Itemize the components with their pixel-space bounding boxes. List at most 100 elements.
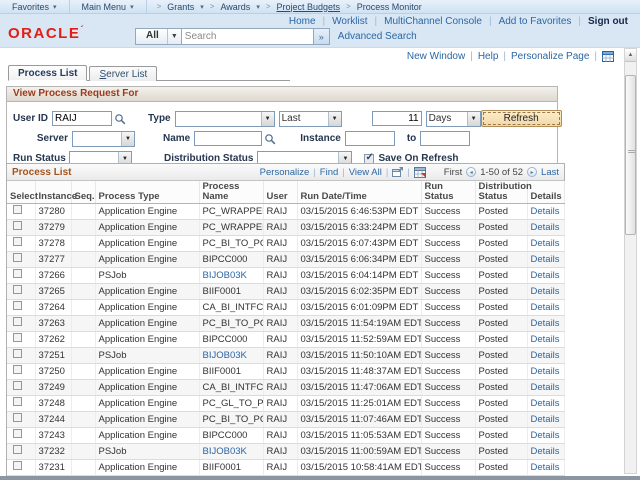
row-select-checkbox[interactable] [13, 317, 22, 326]
row-select-checkbox[interactable] [13, 285, 22, 294]
cell-pname: PC_GL_TO_PC [199, 396, 263, 412]
details-link[interactable]: Details [531, 254, 560, 265]
cell-ptype: Application Engine [95, 364, 199, 380]
details-link[interactable]: Details [531, 334, 560, 345]
type-dropdown[interactable]: ▼ [175, 111, 275, 127]
http-grid-icon[interactable] [602, 51, 614, 62]
instance-to-field[interactable] [420, 131, 470, 146]
paging-first[interactable]: First [444, 167, 462, 178]
details-link[interactable]: Details [531, 222, 560, 233]
name-field[interactable] [194, 131, 262, 146]
multichannel-console-link[interactable]: MultiChannel Console [384, 16, 482, 27]
tab-process-list[interactable]: Process List [8, 65, 87, 81]
advanced-search-link[interactable]: Advanced Search [338, 31, 417, 42]
tab-server-list[interactable]: Server List [89, 66, 157, 81]
row-select-checkbox[interactable] [13, 461, 22, 470]
row-select-checkbox[interactable] [13, 397, 22, 406]
popup-window-icon[interactable] [392, 167, 403, 177]
next-page-icon[interactable]: ▸ [527, 167, 537, 177]
instance-from-field[interactable] [345, 131, 395, 146]
chevron-down-icon: ▼ [328, 112, 341, 126]
sign-out-link[interactable]: Sign out [588, 16, 628, 27]
details-link[interactable]: Details [531, 350, 560, 361]
row-select-checkbox[interactable] [13, 301, 22, 310]
type-value [176, 112, 261, 126]
last-dropdown[interactable]: Last ▼ [279, 111, 342, 127]
cell-dstatus: Posted [475, 220, 527, 236]
row-select-checkbox[interactable] [13, 429, 22, 438]
details-link[interactable]: Details [531, 366, 560, 377]
add-to-favorites-link[interactable]: Add to Favorites [499, 16, 572, 27]
vertical-scrollbar[interactable]: ▲ [624, 48, 637, 474]
download-to-excel-icon[interactable] [414, 167, 426, 178]
breadcrumb-item-project-budgets[interactable]: Project Budgets [277, 2, 341, 12]
cell-rstatus: Success [421, 444, 475, 460]
breadcrumb-main-menu[interactable]: Main Menu ▾ [70, 0, 147, 13]
breadcrumb-favorites[interactable]: Favorites ▾ [0, 0, 70, 13]
column-header-select: Select [7, 181, 35, 204]
grid-header-band: Process List Personalize | Find | View A… [7, 164, 564, 181]
row-select-checkbox[interactable] [13, 365, 22, 374]
details-link[interactable]: Details [531, 414, 560, 425]
details-link[interactable]: Details [531, 398, 560, 409]
details-link[interactable]: Details [531, 462, 560, 473]
search-scope-dropdown[interactable]: All ▼ [135, 28, 182, 45]
cell-seq [71, 268, 95, 284]
horizontal-scrollbar[interactable] [0, 476, 640, 480]
paging-last[interactable]: Last [541, 167, 559, 178]
user-id-field[interactable] [52, 111, 112, 126]
scroll-up-icon[interactable]: ▲ [625, 49, 636, 62]
personalize-link[interactable]: Personalize [260, 167, 310, 178]
help-link[interactable]: Help [478, 51, 499, 62]
row-select-checkbox[interactable] [13, 413, 22, 422]
details-link[interactable]: Details [531, 446, 560, 457]
cell-instance: 37248 [35, 396, 71, 412]
divider: | [386, 167, 388, 178]
row-select-checkbox[interactable] [13, 349, 22, 358]
search-go-button[interactable]: » [314, 28, 330, 45]
lookup-icon[interactable] [264, 133, 276, 145]
row-select-checkbox[interactable] [13, 253, 22, 262]
cell-rstatus: Success [421, 348, 475, 364]
cell-user: RAIJ [263, 348, 297, 364]
chevron-down-icon: ▾ [53, 3, 57, 11]
personalize-page-link[interactable]: Personalize Page [511, 51, 589, 62]
process-name-link[interactable]: BIJOB03K [203, 446, 247, 457]
row-select-checkbox[interactable] [13, 381, 22, 390]
details-link[interactable]: Details [531, 238, 560, 249]
worklist-link[interactable]: Worklist [332, 16, 367, 27]
cell-rundt: 03/15/2015 11:50:10AM EDT [297, 348, 421, 364]
details-link[interactable]: Details [531, 302, 560, 313]
row-select-checkbox[interactable] [13, 269, 22, 278]
days-count-field[interactable] [372, 111, 422, 126]
details-link[interactable]: Details [531, 430, 560, 441]
details-link[interactable]: Details [531, 270, 560, 281]
refresh-button[interactable]: Refresh [481, 110, 562, 127]
scrollbar-thumb[interactable] [625, 75, 636, 235]
view-all-link[interactable]: View All [349, 167, 382, 178]
search-input[interactable] [182, 28, 314, 45]
details-link[interactable]: Details [531, 382, 560, 393]
details-link[interactable]: Details [531, 206, 560, 217]
days-unit-dropdown[interactable]: Days ▼ [426, 111, 481, 127]
row-select-checkbox[interactable] [13, 445, 22, 454]
row-select-checkbox[interactable] [13, 221, 22, 230]
row-select-checkbox[interactable] [13, 237, 22, 246]
row-select-checkbox[interactable] [13, 205, 22, 214]
process-name-link[interactable]: BIJOB03K [203, 350, 247, 361]
server-dropdown[interactable]: ▼ [72, 131, 135, 147]
save-on-refresh-checkbox[interactable] [364, 154, 374, 164]
breadcrumb-item-awards[interactable]: Awards [220, 2, 250, 12]
cell-rstatus: Success [421, 220, 475, 236]
new-window-link[interactable]: New Window [407, 51, 465, 62]
details-link[interactable]: Details [531, 318, 560, 329]
process-name-link[interactable]: BIJOB03K [203, 270, 247, 281]
details-link[interactable]: Details [531, 286, 560, 297]
home-link[interactable]: Home [289, 16, 316, 27]
previous-page-icon[interactable]: ◂ [466, 167, 476, 177]
lookup-icon[interactable] [114, 113, 126, 125]
cell-ptype: Application Engine [95, 332, 199, 348]
find-link[interactable]: Find [320, 167, 338, 178]
row-select-checkbox[interactable] [13, 333, 22, 342]
breadcrumb-item-grants[interactable]: Grants [167, 2, 194, 12]
